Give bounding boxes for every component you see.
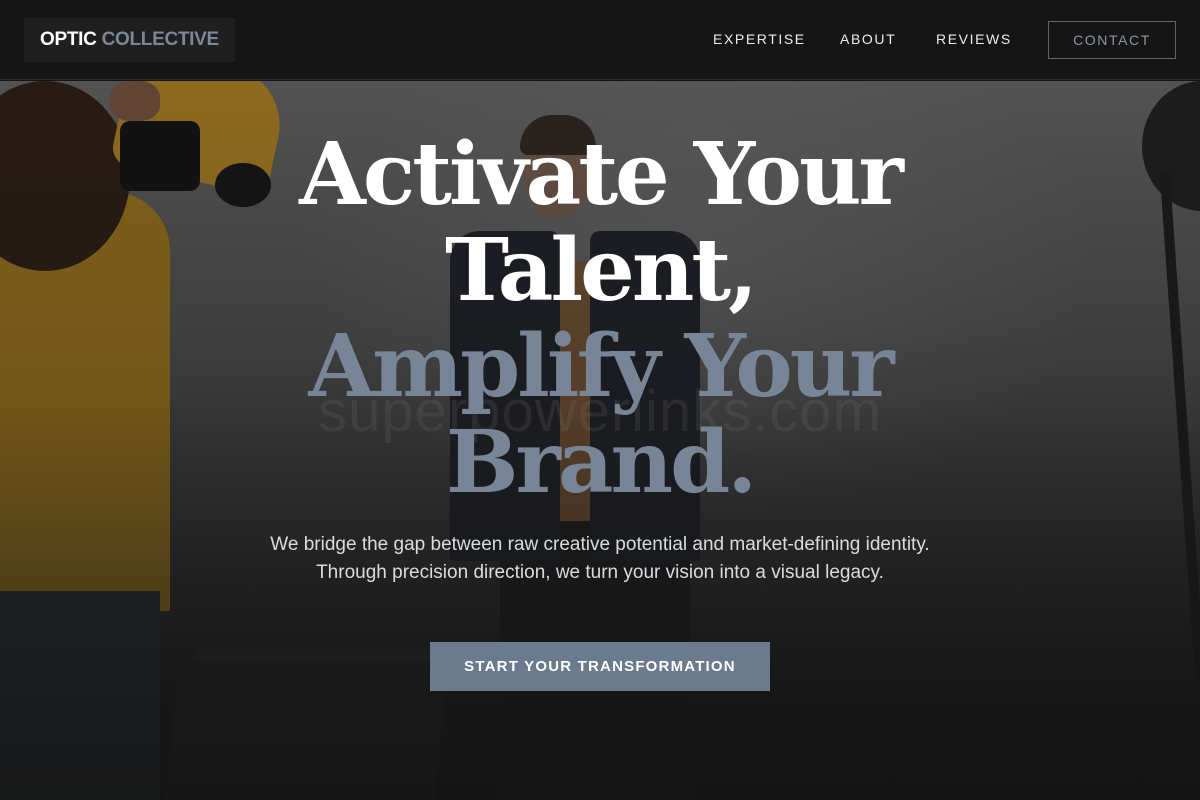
contact-button[interactable]: CONTACT [1048,21,1176,59]
nav-link-reviews[interactable]: REVIEWS [936,31,1012,47]
headline-line-2: Talent, [444,220,758,321]
hero-subtext: We bridge the gap between raw creative p… [270,534,930,583]
hero-headline: Activate Your Talent, Amplify Your Brand… [100,127,1100,511]
start-transformation-button[interactable]: START YOUR TRANSFORMATION [430,642,770,691]
logo-text-primary: OPTIC [40,29,97,50]
nav-link-expertise[interactable]: EXPERTISE [713,31,806,47]
headline-line-1: Activate Your [299,124,904,225]
headline-line-3: Amplify Your [308,316,894,417]
headline-line-4: Brand. [445,412,757,513]
nav-link-about[interactable]: ABOUT [840,31,896,47]
site-header: OPTIC COLLECTIVE EXPERTISE ABOUT REVIEWS… [0,0,1200,80]
brand-logo[interactable]: OPTIC COLLECTIVE [24,18,235,62]
logo-text-secondary: COLLECTIVE [101,29,220,50]
